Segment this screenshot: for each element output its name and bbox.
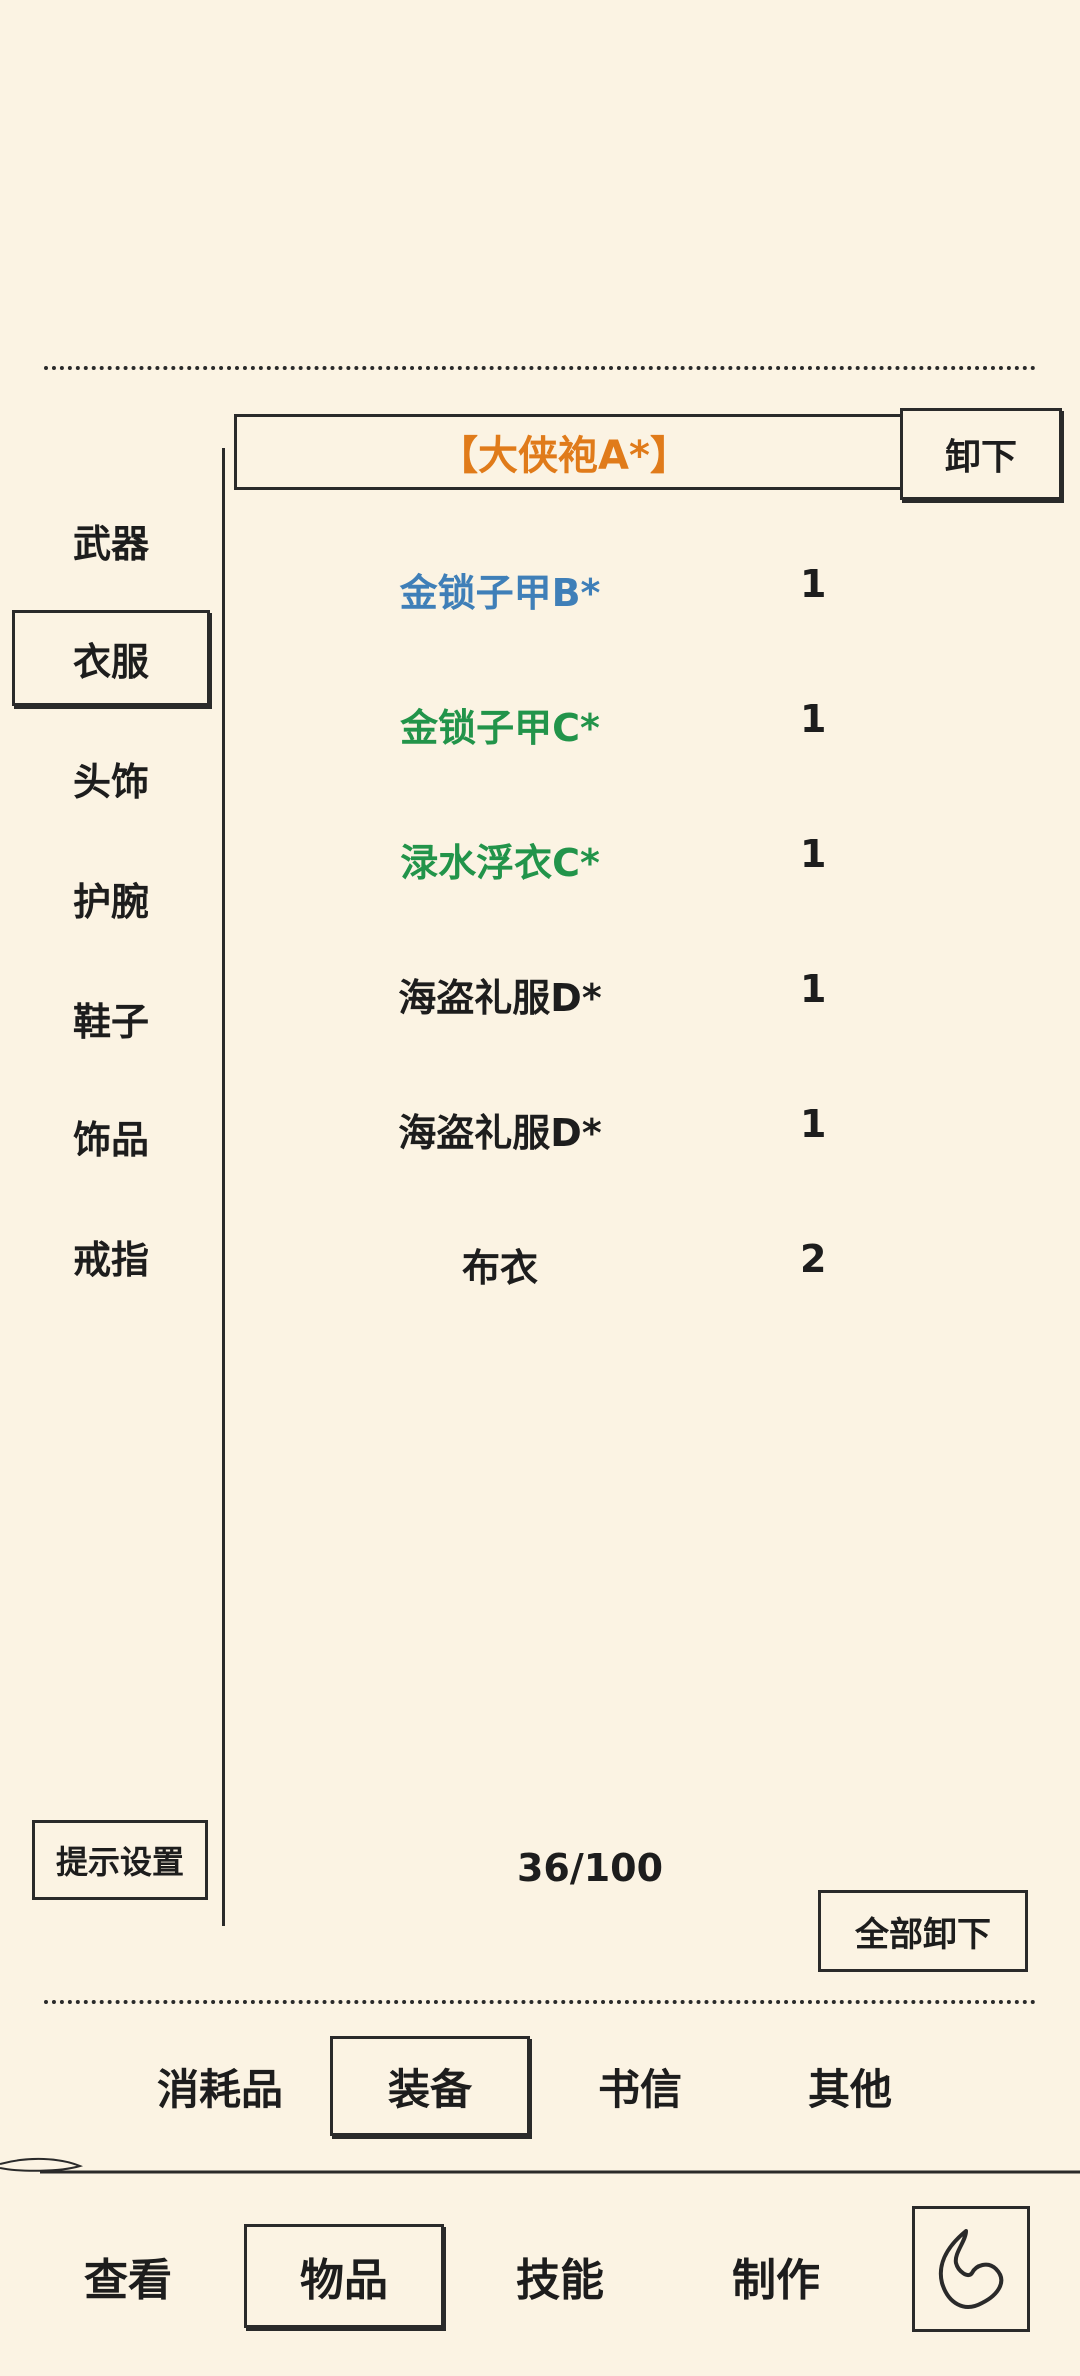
- back-arrow-icon: [938, 2229, 1004, 2309]
- item-row[interactable]: 金锁子甲C* 1: [240, 675, 1040, 765]
- item-row[interactable]: 海盗礼服D* 1: [240, 945, 1040, 1035]
- equipped-slot: 【大侠袍A*】: [234, 414, 914, 490]
- item-row[interactable]: 渌水浮衣C* 1: [240, 810, 1040, 900]
- subtab-other[interactable]: 其他: [750, 2036, 950, 2136]
- item-quantity: 1: [800, 697, 827, 741]
- tab-crafting[interactable]: 制作: [676, 2224, 876, 2328]
- subtab-consumables[interactable]: 消耗品: [120, 2036, 320, 2136]
- item-name: 海盗礼服D*: [398, 1111, 602, 1155]
- category-ring[interactable]: 戒指: [12, 1208, 210, 1304]
- hint-settings-button[interactable]: 提示设置: [32, 1820, 208, 1900]
- item-name: 布衣: [461, 1246, 538, 1290]
- item-quantity: 1: [800, 832, 827, 876]
- item-name: 渌水浮衣C*: [400, 841, 600, 885]
- category-bracer[interactable]: 护腕: [12, 850, 210, 946]
- subtab-equipment[interactable]: 装备: [330, 2036, 530, 2136]
- top-dotted-divider: [44, 366, 1036, 370]
- back-button[interactable]: [912, 2206, 1030, 2332]
- category-weapon[interactable]: 武器: [12, 492, 210, 588]
- item-row[interactable]: 布衣 2: [240, 1215, 1040, 1305]
- brush-divider: [0, 2157, 1080, 2174]
- unequip-button[interactable]: 卸下: [900, 408, 1062, 500]
- tab-skills[interactable]: 技能: [460, 2224, 660, 2328]
- category-shoes[interactable]: 鞋子: [12, 970, 210, 1066]
- category-headwear[interactable]: 头饰: [12, 730, 210, 826]
- item-quantity: 1: [800, 967, 827, 1011]
- inventory-capacity: 36/100: [516, 1846, 664, 1890]
- item-quantity: 1: [800, 1102, 827, 1146]
- bottom-dotted-divider: [44, 2000, 1036, 2004]
- unequip-all-button[interactable]: 全部卸下: [818, 1890, 1028, 1972]
- category-accessory[interactable]: 饰品: [12, 1088, 210, 1184]
- tab-view[interactable]: 查看: [28, 2224, 228, 2328]
- sidebar-divider: [222, 448, 225, 1926]
- subtab-letters[interactable]: 书信: [540, 2036, 740, 2136]
- item-quantity: 2: [800, 1237, 827, 1281]
- equipped-item-name: 【大侠袍A*】: [438, 433, 690, 479]
- category-clothes[interactable]: 衣服: [12, 610, 210, 706]
- item-name: 海盗礼服D*: [398, 976, 602, 1020]
- item-row[interactable]: 金锁子甲B* 1: [240, 540, 1040, 630]
- item-name: 金锁子甲C*: [400, 706, 600, 750]
- item-row[interactable]: 海盗礼服D* 1: [240, 1080, 1040, 1170]
- tab-items[interactable]: 物品: [244, 2224, 444, 2328]
- item-quantity: 1: [800, 562, 827, 606]
- item-name: 金锁子甲B*: [399, 571, 601, 615]
